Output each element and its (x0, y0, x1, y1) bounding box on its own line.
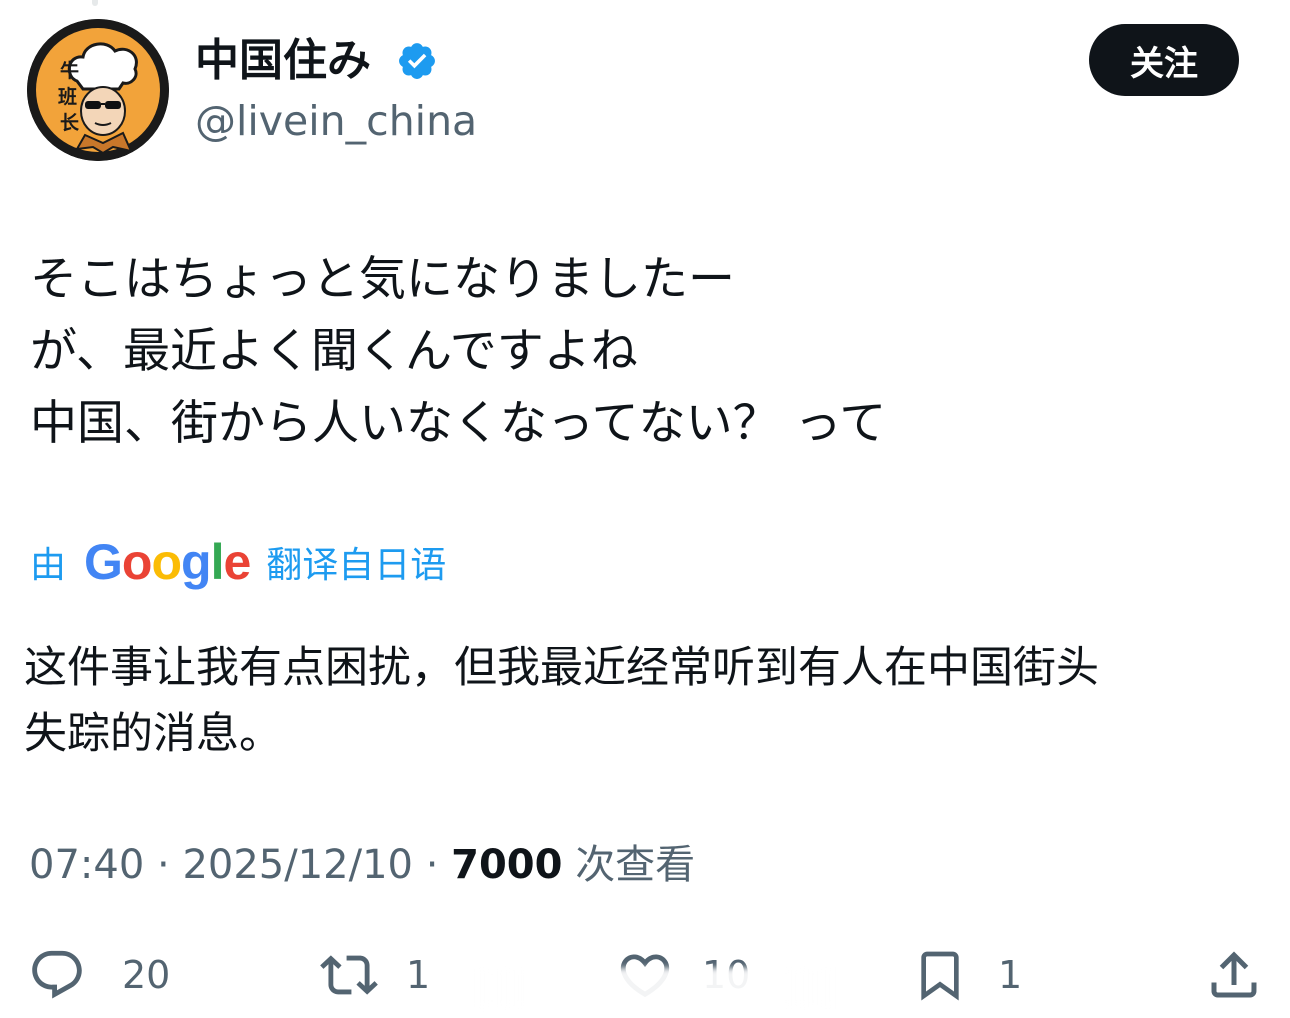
share-button[interactable] (1204, 940, 1264, 1010)
google-logo: Google (84, 534, 251, 590)
post-date[interactable]: 2025/12/10 (182, 842, 413, 888)
post-line: 中国、街から人いなくなってない？ って (30, 396, 887, 451)
repost-icon (320, 955, 378, 995)
post-text-translated: 这件事让我有点困扰，但我最近经常听到有人在中国街头 失踪的消息。 (24, 635, 1099, 767)
author-handle[interactable]: @livein_china (195, 96, 477, 146)
bookmark-count: 1 (998, 953, 1023, 997)
views-count: 7000 (451, 842, 563, 888)
author-display-name[interactable]: 中国住み (195, 34, 371, 88)
bookmark-button[interactable]: 1 (912, 940, 1022, 1010)
scroll-edge-marker (92, 0, 98, 6)
post-line: が、最近よく聞くんですよね (30, 324, 638, 379)
bookmark-icon (921, 951, 959, 1001)
avatar-text-2: 班 (58, 85, 77, 108)
toolbar-obscured-area (470, 968, 840, 1008)
translation-attribution[interactable]: 由 Google 翻译自日语 (30, 536, 446, 588)
translation-prefix: 由 (30, 545, 67, 586)
post-line: そこはちょっと気になりましたー (30, 252, 735, 307)
views-label: 次查看 (575, 842, 696, 888)
post-time[interactable]: 07:40 (29, 842, 144, 888)
reply-count: 20 (122, 953, 171, 997)
reply-button[interactable]: 20 (26, 940, 170, 1010)
repost-button[interactable]: 1 (316, 940, 430, 1010)
meta-separator: · (157, 842, 170, 888)
meta-separator: · (425, 842, 439, 888)
translation-line: 这件事让我有点困扰，但我最近经常听到有人在中国街头 (24, 643, 1099, 693)
follow-button[interactable]: 关注 (1089, 24, 1239, 96)
translation-source-label: 翻译自日语 (266, 545, 447, 586)
avatar-text-1: 牛 (60, 59, 79, 82)
share-icon (1211, 951, 1257, 998)
translation-line: 失踪的消息。 (24, 709, 282, 759)
author-avatar[interactable]: 牛 班 长 (27, 19, 169, 161)
post-text-original: そこはちょっと気になりましたー が、最近よく聞くんですよね 中国、街から人いなく… (30, 244, 886, 460)
repost-count: 1 (406, 953, 431, 997)
avatar-chef-illustration: 牛 班 长 (27, 19, 169, 161)
verified-badge-icon (396, 40, 438, 82)
reply-icon (32, 950, 82, 999)
post-meta: 07:40 · 2025/12/10 · 7000 次查看 (29, 838, 695, 892)
avatar-text-3: 长 (60, 112, 80, 134)
